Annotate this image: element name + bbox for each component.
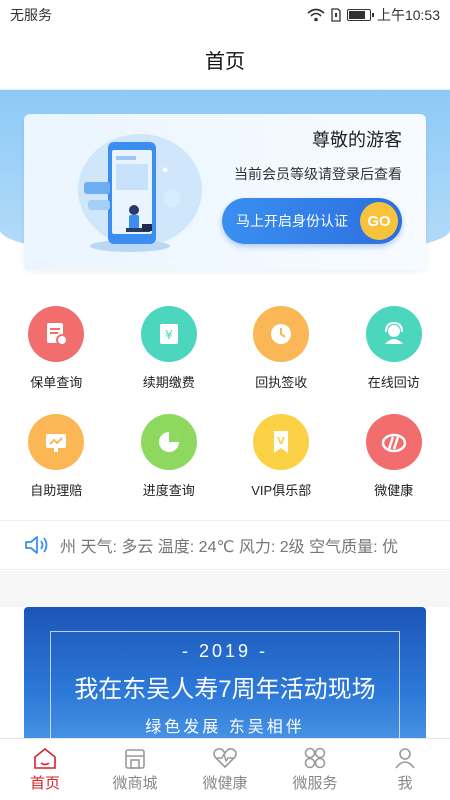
tab-label: 微健康 bbox=[202, 775, 248, 792]
status-icons: 上午10:53 bbox=[307, 5, 440, 25]
home-icon bbox=[34, 747, 56, 769]
heart-pulse-icon bbox=[213, 748, 237, 769]
service-label: VIP俱乐部 bbox=[251, 483, 312, 498]
weather-ticker: 州 天气: 多云 温度: 24℃ 风力: 2级 空气质量: 优 bbox=[0, 520, 450, 570]
page-header: 首页 bbox=[0, 30, 450, 90]
tab-home[interactable]: 首页 bbox=[0, 739, 90, 800]
wifi-icon bbox=[307, 8, 325, 22]
profile-icon bbox=[395, 748, 415, 769]
service-label: 保单查询 bbox=[30, 375, 83, 390]
tab-profile[interactable]: 我 bbox=[360, 739, 450, 800]
status-bar: 无服务 上午10:53 bbox=[0, 0, 450, 30]
service-progress-query[interactable]: 进度查询 bbox=[113, 404, 226, 500]
service-label: 续期缴费 bbox=[142, 375, 195, 390]
service-micro-health[interactable]: 微健康 bbox=[338, 404, 450, 500]
receipt-clock-icon bbox=[253, 306, 310, 362]
sim-icon bbox=[331, 8, 341, 22]
tab-label: 微商城 bbox=[112, 775, 158, 792]
tab-services[interactable]: 微服务 bbox=[270, 739, 360, 800]
speaker-icon bbox=[25, 536, 48, 554]
customer-service-icon bbox=[365, 306, 422, 362]
tab-mall[interactable]: 微商城 bbox=[90, 739, 180, 800]
service-online-visit[interactable]: 在线回访 bbox=[338, 296, 450, 392]
verify-button-label: 马上开启身份认证 bbox=[236, 213, 348, 229]
tab-label: 微服务 bbox=[292, 775, 338, 792]
service-label: 进度查询 bbox=[142, 483, 195, 498]
renewal-payment-icon: ¥ bbox=[140, 306, 197, 362]
service-label: 微健康 bbox=[374, 483, 414, 498]
battery-level-fill bbox=[348, 11, 366, 19]
service-policy-query[interactable]: 保单查询 bbox=[0, 296, 113, 392]
bottom-tab-bar: 首页 微商城 微健康 微服务 我 bbox=[0, 738, 450, 800]
service-label: 回执签收 bbox=[255, 375, 308, 390]
tab-label: 我 bbox=[397, 775, 413, 792]
tab-label: 首页 bbox=[29, 775, 60, 792]
identity-verify-button[interactable]: 马上开启身份认证 GO bbox=[222, 198, 402, 244]
banner-year: - 2019 - bbox=[181, 641, 269, 661]
service-grid: 保单查询 ¥ 续期缴费 回执签收 在线回访 自助理赔 进度查询 V VIP俱乐部 bbox=[0, 296, 450, 500]
svg-text:¥: ¥ bbox=[165, 328, 173, 342]
greeting-title: 尊敬的游客 bbox=[312, 130, 402, 150]
clock-label: 上午10:53 bbox=[376, 7, 440, 23]
policy-search-icon bbox=[28, 306, 85, 362]
go-badge: GO bbox=[360, 202, 398, 240]
service-vip-club[interactable]: V VIP俱乐部 bbox=[225, 404, 338, 500]
service-receipt-sign[interactable]: 回执签收 bbox=[225, 296, 338, 392]
weather-text: 州 天气: 多云 温度: 24℃ 风力: 2级 空气质量: 优 bbox=[60, 539, 399, 556]
tab-health[interactable]: 微健康 bbox=[180, 739, 270, 800]
service-label: 自助理赔 bbox=[30, 483, 83, 498]
svg-text:V: V bbox=[277, 436, 285, 447]
member-card: 尊敬的游客 当前会员等级请登录后查看 马上开启身份认证 GO bbox=[24, 114, 426, 270]
section-divider bbox=[0, 571, 450, 607]
carrier-label: 无服务 bbox=[10, 7, 52, 23]
promo-banner[interactable]: - 2019 - 我在东吴人寿7周年活动现场 绿色发展 东吴相伴 bbox=[24, 607, 426, 747]
banner-slogan: 绿色发展 东吴相伴 bbox=[145, 719, 305, 736]
service-renewal-payment[interactable]: ¥ 续期缴费 bbox=[113, 296, 226, 392]
battery-icon bbox=[346, 9, 374, 21]
banner-title: 我在东吴人寿7周年活动现场 bbox=[74, 676, 376, 703]
service-self-claim[interactable]: 自助理赔 bbox=[0, 404, 113, 500]
phone-illustration-icon bbox=[78, 134, 202, 252]
micro-health-icon bbox=[365, 414, 422, 470]
page-title: 首页 bbox=[205, 51, 245, 73]
self-claim-icon bbox=[28, 414, 85, 470]
progress-pie-icon bbox=[140, 414, 197, 470]
vip-club-icon: V bbox=[253, 414, 310, 470]
shop-icon bbox=[125, 749, 145, 769]
services-grid-icon bbox=[304, 747, 326, 769]
member-level-hint: 当前会员等级请登录后查看 bbox=[234, 166, 402, 182]
service-label: 在线回访 bbox=[367, 375, 420, 390]
